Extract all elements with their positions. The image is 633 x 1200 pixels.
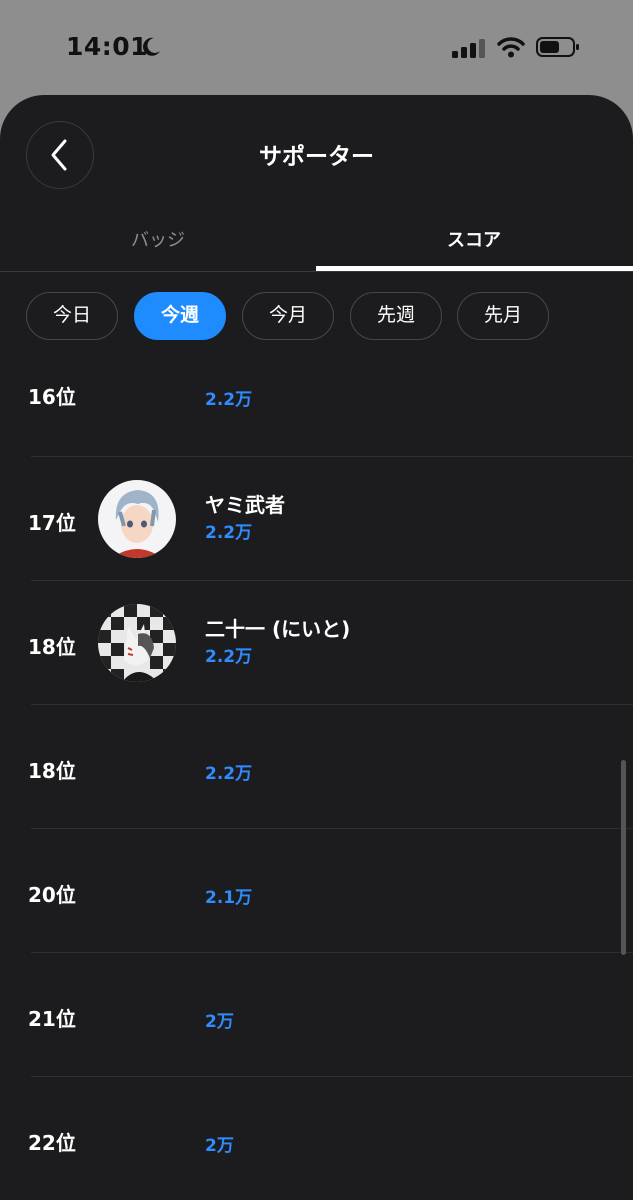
tab-badge[interactable]: バッジ <box>0 223 316 271</box>
signal-icon <box>452 39 485 58</box>
scrollbar[interactable] <box>621 760 626 955</box>
ranking-row[interactable]: 16位 2.2万 <box>0 333 633 457</box>
score-value: 2万 <box>205 1012 234 1032</box>
avatar[interactable] <box>98 480 176 558</box>
score-value: 2万 <box>205 1136 234 1156</box>
rank-label: 17位 <box>28 511 76 535</box>
score-value: 2.2万 <box>205 647 253 667</box>
rank-label: 18位 <box>28 635 76 659</box>
wifi-icon <box>497 37 525 58</box>
tab-bar: バッジ スコア <box>0 223 633 272</box>
rank-label: 18位 <box>28 759 76 783</box>
status-time: 14:01 <box>66 32 149 61</box>
avatar-image <box>98 480 176 558</box>
rank-label: 21位 <box>28 1007 76 1031</box>
ranking-row[interactable]: 20位 2.1万 <box>0 829 633 953</box>
ranking-row[interactable]: 22位 2万 <box>0 1077 633 1200</box>
rank-label: 22位 <box>28 1131 76 1155</box>
avatar-image <box>98 604 176 682</box>
score-value: 2.2万 <box>205 764 253 784</box>
score-value: 2.2万 <box>205 523 253 543</box>
battery-icon <box>536 37 579 57</box>
status-bar: 14:01 <box>0 0 633 95</box>
ranking-row[interactable]: 18位 2.2万 <box>0 705 633 829</box>
score-value: 2.2万 <box>205 390 253 410</box>
avatar[interactable] <box>98 604 176 682</box>
tab-score[interactable]: スコア <box>316 223 632 271</box>
ranking-row[interactable]: 17位 ヤミ武者 2.2万 <box>0 457 633 581</box>
moon-icon <box>143 37 160 56</box>
supporter-name: 二十一 (にいと) <box>205 617 351 641</box>
ranking-row[interactable]: 18位 二十一 (にいと) 2.2万 <box>0 581 633 705</box>
page-title: サポーター <box>259 144 374 170</box>
rank-label: 20位 <box>28 883 76 907</box>
supporter-name: ヤミ武者 <box>205 493 285 517</box>
supporter-sheet: サポーター バッジ スコア 今日 今週 今月 先週 先月 16位 2.2万 17… <box>0 95 633 1200</box>
rank-label: 16位 <box>28 385 76 409</box>
tab-active-indicator <box>316 266 633 271</box>
ranking-row[interactable]: 21位 2万 <box>0 953 633 1077</box>
score-value: 2.1万 <box>205 888 253 908</box>
